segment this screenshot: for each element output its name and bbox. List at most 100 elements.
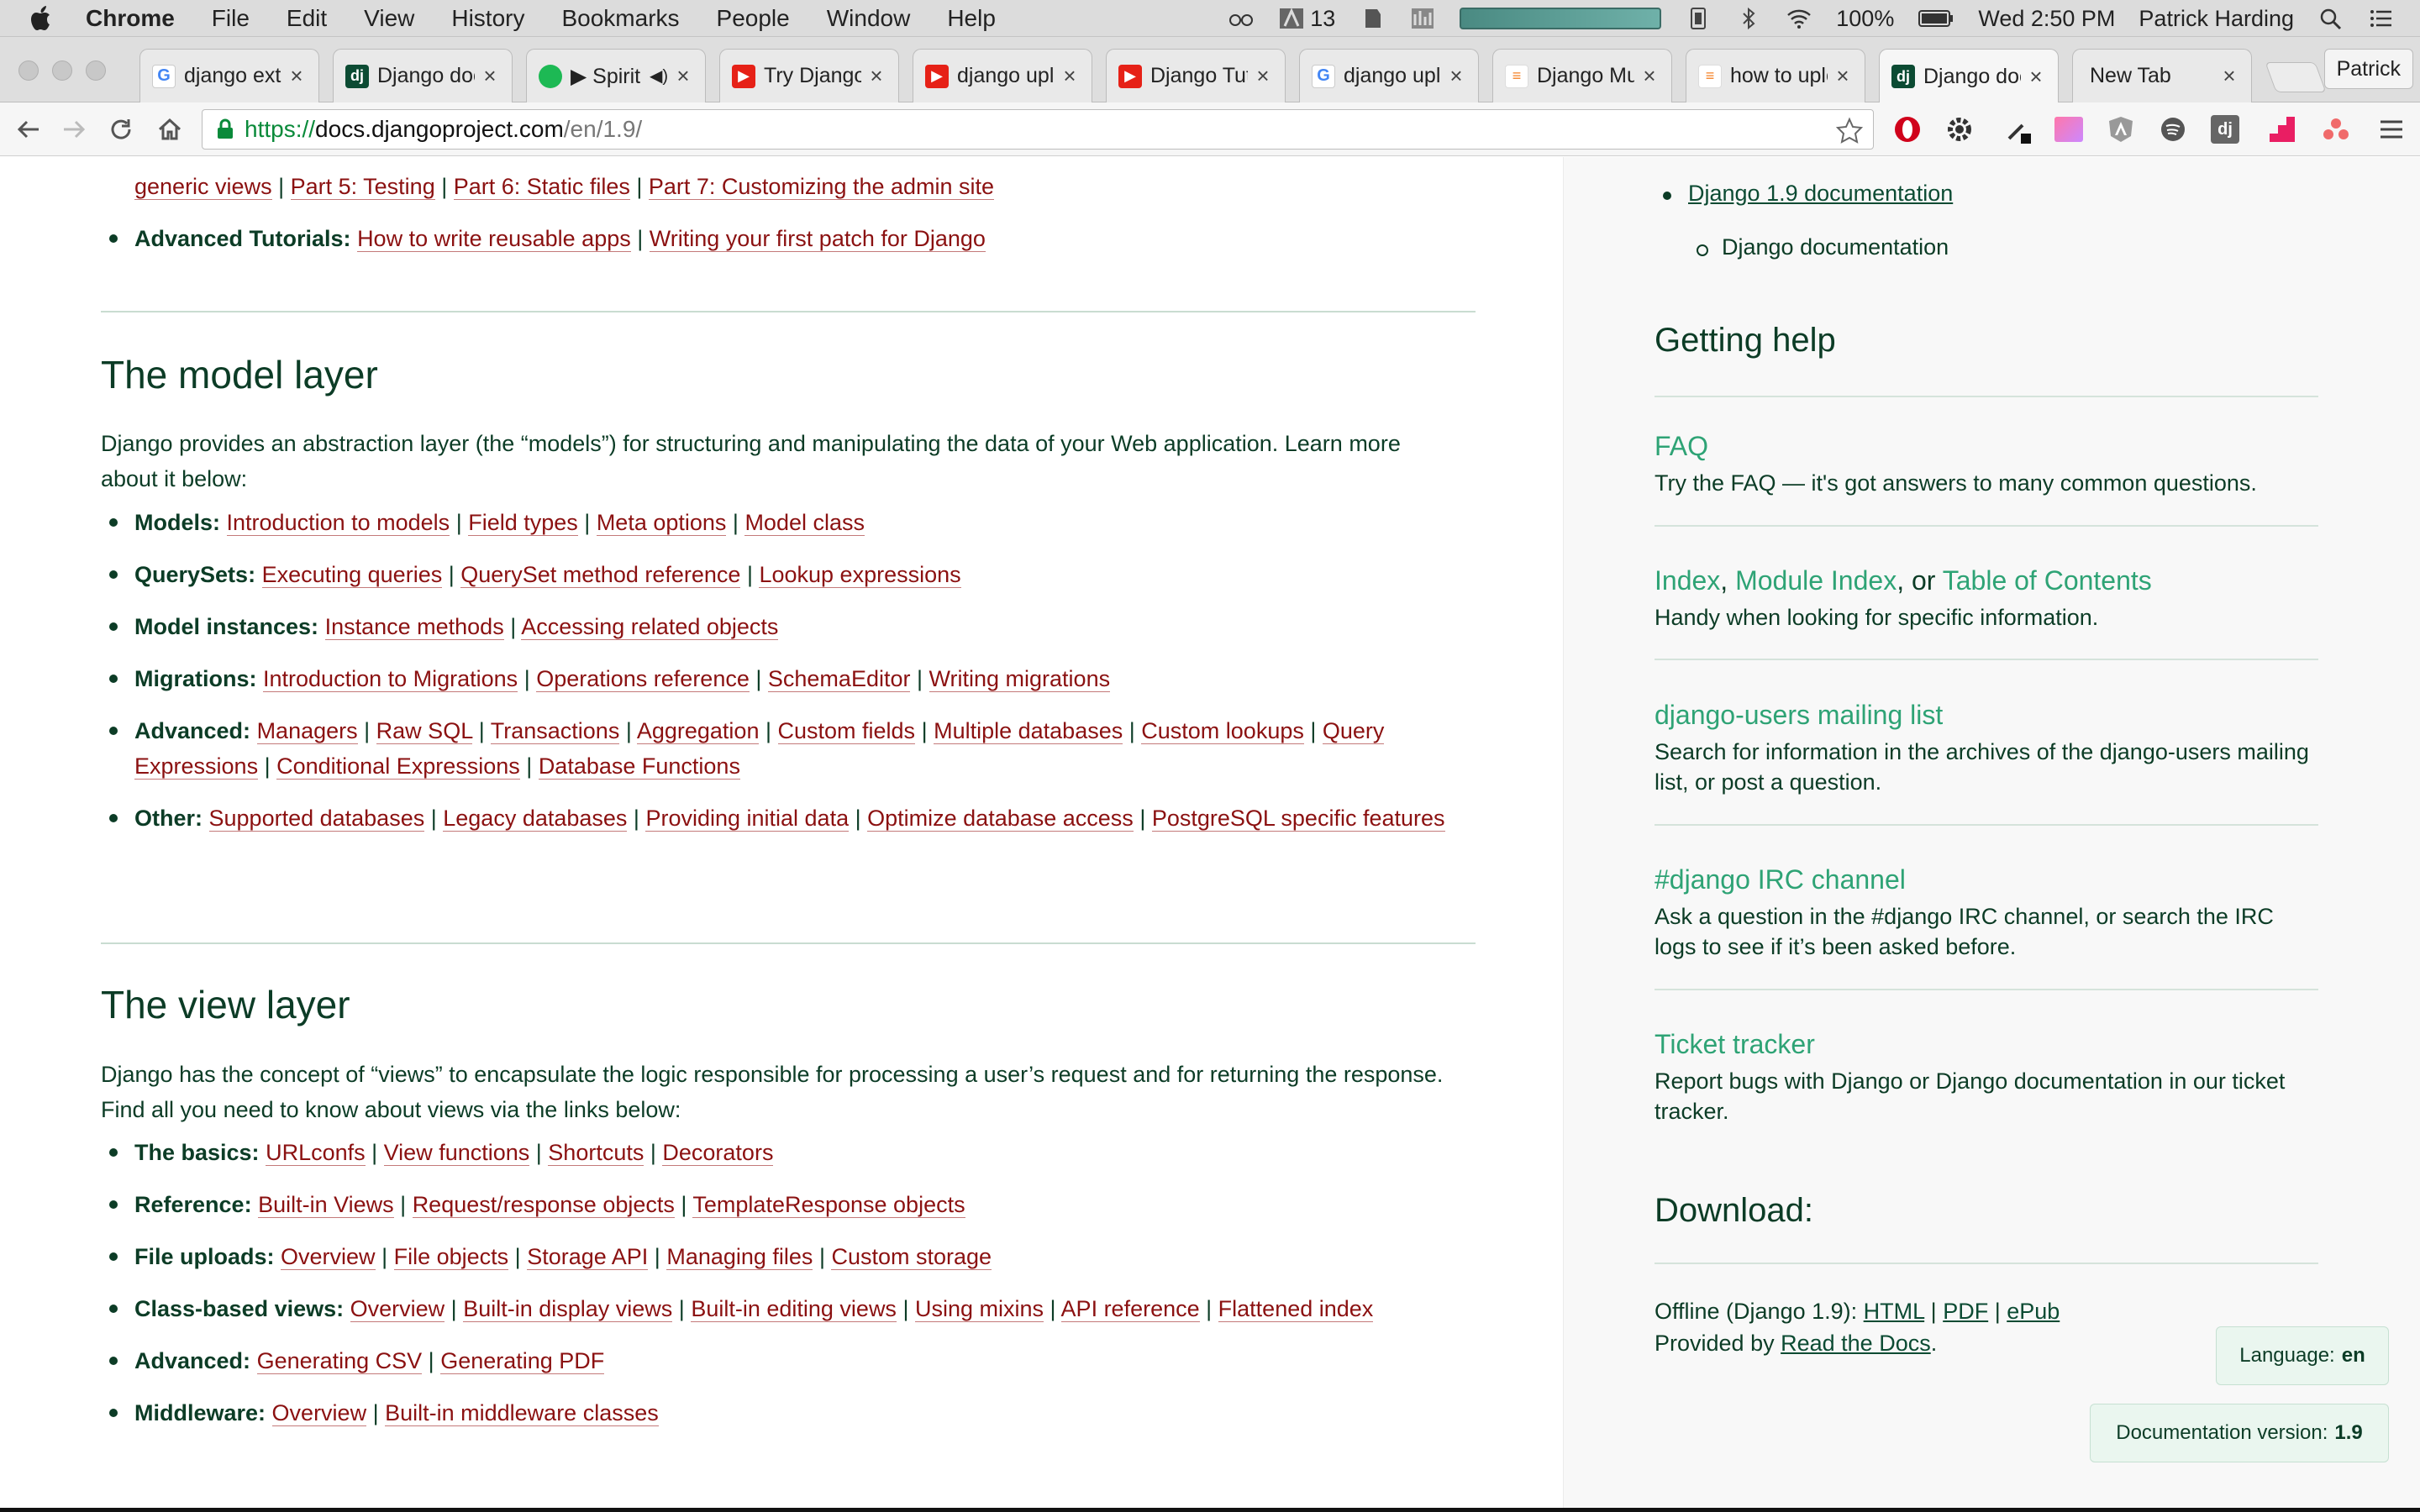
asana-icon[interactable] <box>2321 114 2351 144</box>
faq-link[interactable]: FAQ <box>1655 431 1708 462</box>
font-status-icon[interactable] <box>1278 6 1305 31</box>
doc-link-custom-lookups[interactable]: Custom lookups <box>1141 718 1304 744</box>
notification-center-icon[interactable] <box>2368 6 2395 31</box>
irc-channel-link[interactable]: #django IRC channel <box>1655 864 1906 895</box>
address-bar[interactable]: https://docs.djangoproject.com/en/1.9/ <box>202 109 1874 150</box>
doc-link-file-objects[interactable]: File objects <box>393 1244 509 1270</box>
doc-link-schemaeditor[interactable]: SchemaEditor <box>767 666 911 692</box>
doc-link-custom-fields[interactable]: Custom fields <box>777 718 916 744</box>
stairs-extension-icon[interactable] <box>2267 114 2297 144</box>
doc-link-database-functions[interactable]: Database Functions <box>538 753 740 780</box>
doc-link-decorators[interactable]: Decorators <box>662 1140 774 1166</box>
link-part-6-static-files[interactable]: Part 6: Static files <box>453 174 630 200</box>
apple-icon[interactable] <box>30 5 54 32</box>
link-part-5-testing[interactable]: Part 5: Testing <box>290 174 435 200</box>
mailing-list-link[interactable]: django-users mailing list <box>1655 700 1943 731</box>
eyedropper-icon[interactable] <box>2003 114 2033 144</box>
doc-link-generating-pdf[interactable]: Generating PDF <box>440 1348 605 1374</box>
doc-link-meta-options[interactable]: Meta options <box>596 510 727 536</box>
minimize-window-button[interactable] <box>52 60 72 81</box>
doc-link-instance-methods[interactable]: Instance methods <box>324 614 504 640</box>
doc-link-postgresql-specific-features[interactable]: PostgreSQL specific features <box>1151 806 1445 832</box>
link-django-1-9-documentation[interactable]: Django 1.9 documentation <box>1688 181 1953 206</box>
doc-link-flattened-index[interactable]: Flattened index <box>1218 1296 1374 1322</box>
doc-link-introduction-to-migrations[interactable]: Introduction to Migrations <box>263 666 518 692</box>
doc-link-supported-databases[interactable]: Supported databases <box>208 806 425 832</box>
doc-link-executing-queries[interactable]: Executing queries <box>261 562 443 588</box>
link-first-patch[interactable]: Writing your first patch for Django <box>649 226 986 252</box>
memory-icon[interactable] <box>1685 6 1712 31</box>
spotify-extension-icon[interactable] <box>2158 114 2188 144</box>
spotlight-search-icon[interactable] <box>2317 6 2344 31</box>
doc-link-field-types[interactable]: Field types <box>468 510 578 536</box>
table-of-contents-link[interactable]: Table of Contents <box>1943 565 2152 596</box>
doc-link-using-mixins[interactable]: Using mixins <box>914 1296 1044 1322</box>
doc-link-multiple-databases[interactable]: Multiple databases <box>934 718 1123 744</box>
menu-file[interactable]: File <box>212 5 250 32</box>
angular-icon[interactable] <box>2106 114 2136 144</box>
zoom-window-button[interactable] <box>86 60 106 81</box>
doc-link-storage-api[interactable]: Storage API <box>527 1244 649 1270</box>
documentation-version-badge[interactable]: Documentation version: 1.9 <box>2090 1404 2389 1462</box>
color-picker-extension-icon[interactable] <box>2054 114 2084 144</box>
clock[interactable]: Wed 2:50 PM <box>1978 6 2115 32</box>
doc-link-built-in-views[interactable]: Built-in Views <box>258 1192 394 1218</box>
menu-bookmarks[interactable]: Bookmarks <box>561 5 679 32</box>
cpu-meter[interactable] <box>1460 8 1662 29</box>
doc-link-operations-reference[interactable]: Operations reference <box>536 666 750 692</box>
django-extension-icon[interactable]: dj <box>2210 114 2240 144</box>
close-tab-icon[interactable]: × <box>287 63 307 89</box>
download-epub-link[interactable]: ePub <box>2007 1299 2060 1324</box>
menu-help[interactable]: Help <box>947 5 996 32</box>
doc-link-shortcuts[interactable]: Shortcuts <box>548 1140 644 1166</box>
tab-django-doc[interactable]: dj Django doc × <box>333 49 513 102</box>
download-pdf-link[interactable]: PDF <box>1943 1299 1988 1324</box>
tab-django-tuto[interactable]: ▶ Django Tuto × <box>1106 49 1286 102</box>
doc-link-model-class[interactable]: Model class <box>744 510 865 536</box>
module-index-link[interactable]: Module Index <box>1735 565 1897 596</box>
doc-link-custom-storage[interactable]: Custom storage <box>831 1244 992 1270</box>
doc-link-introduction-to-models[interactable]: Introduction to models <box>226 510 450 536</box>
tab-django-doc-active[interactable]: dj Django doc × <box>1879 49 2059 103</box>
profile-button[interactable]: Patrick <box>2323 49 2413 89</box>
back-button[interactable] <box>13 114 44 144</box>
doc-link-queryset-method-reference[interactable]: QuerySet method reference <box>460 562 741 588</box>
chrome-menu-icon[interactable] <box>2376 114 2407 144</box>
doc-link-transactions[interactable]: Transactions <box>490 718 620 744</box>
doc-link-overview[interactable]: Overview <box>281 1244 376 1270</box>
battery-icon[interactable] <box>1918 6 1954 31</box>
activity-monitor-icon[interactable] <box>1409 6 1436 31</box>
doc-link-managing-files[interactable]: Managing files <box>666 1244 813 1270</box>
close-tab-icon[interactable]: × <box>2219 63 2239 89</box>
doc-link-managers[interactable]: Managers <box>256 718 358 744</box>
opera-extension-icon[interactable] <box>1892 114 1923 144</box>
close-tab-icon[interactable]: × <box>1060 63 1080 89</box>
language-badge[interactable]: Language: en <box>2216 1326 2389 1385</box>
doc-link-providing-initial-data[interactable]: Providing initial data <box>645 806 850 832</box>
ticket-tracker-link[interactable]: Ticket tracker <box>1655 1029 1815 1060</box>
menu-edit[interactable]: Edit <box>287 5 327 32</box>
doc-link-view-functions[interactable]: View functions <box>383 1140 530 1166</box>
doc-link-templateresponse-objects[interactable]: TemplateResponse objects <box>692 1192 965 1218</box>
tab-django-uplo-google[interactable]: G django uplo × <box>1299 49 1479 102</box>
new-tab-button[interactable] <box>2265 62 2327 92</box>
menu-view[interactable]: View <box>364 5 414 32</box>
tab-new-tab[interactable]: New Tab × <box>2072 49 2252 102</box>
menu-people[interactable]: People <box>717 5 790 32</box>
home-button[interactable] <box>155 114 185 144</box>
doc-link-generating-csv[interactable]: Generating CSV <box>256 1348 423 1374</box>
bookmark-star-icon[interactable] <box>1836 117 1863 144</box>
close-tab-icon[interactable]: × <box>480 63 500 89</box>
doc-link-aggregation[interactable]: Aggregation <box>636 718 760 744</box>
reload-button[interactable] <box>106 114 136 144</box>
tab-django-mult[interactable]: ≡ Django Mult × <box>1492 49 1672 102</box>
forward-button[interactable] <box>59 114 89 144</box>
close-tab-icon[interactable]: × <box>1253 63 1273 89</box>
settings-gear-icon[interactable] <box>1944 114 1975 144</box>
bluetooth-icon[interactable] <box>1735 6 1762 31</box>
menu-chrome[interactable]: Chrome <box>86 5 175 32</box>
doc-link-built-in-editing-views[interactable]: Built-in editing views <box>691 1296 897 1322</box>
doc-link-conditional-expressions[interactable]: Conditional Expressions <box>276 753 520 780</box>
doc-link-raw-sql[interactable]: Raw SQL <box>376 718 473 744</box>
close-tab-icon[interactable]: × <box>1833 63 1853 89</box>
